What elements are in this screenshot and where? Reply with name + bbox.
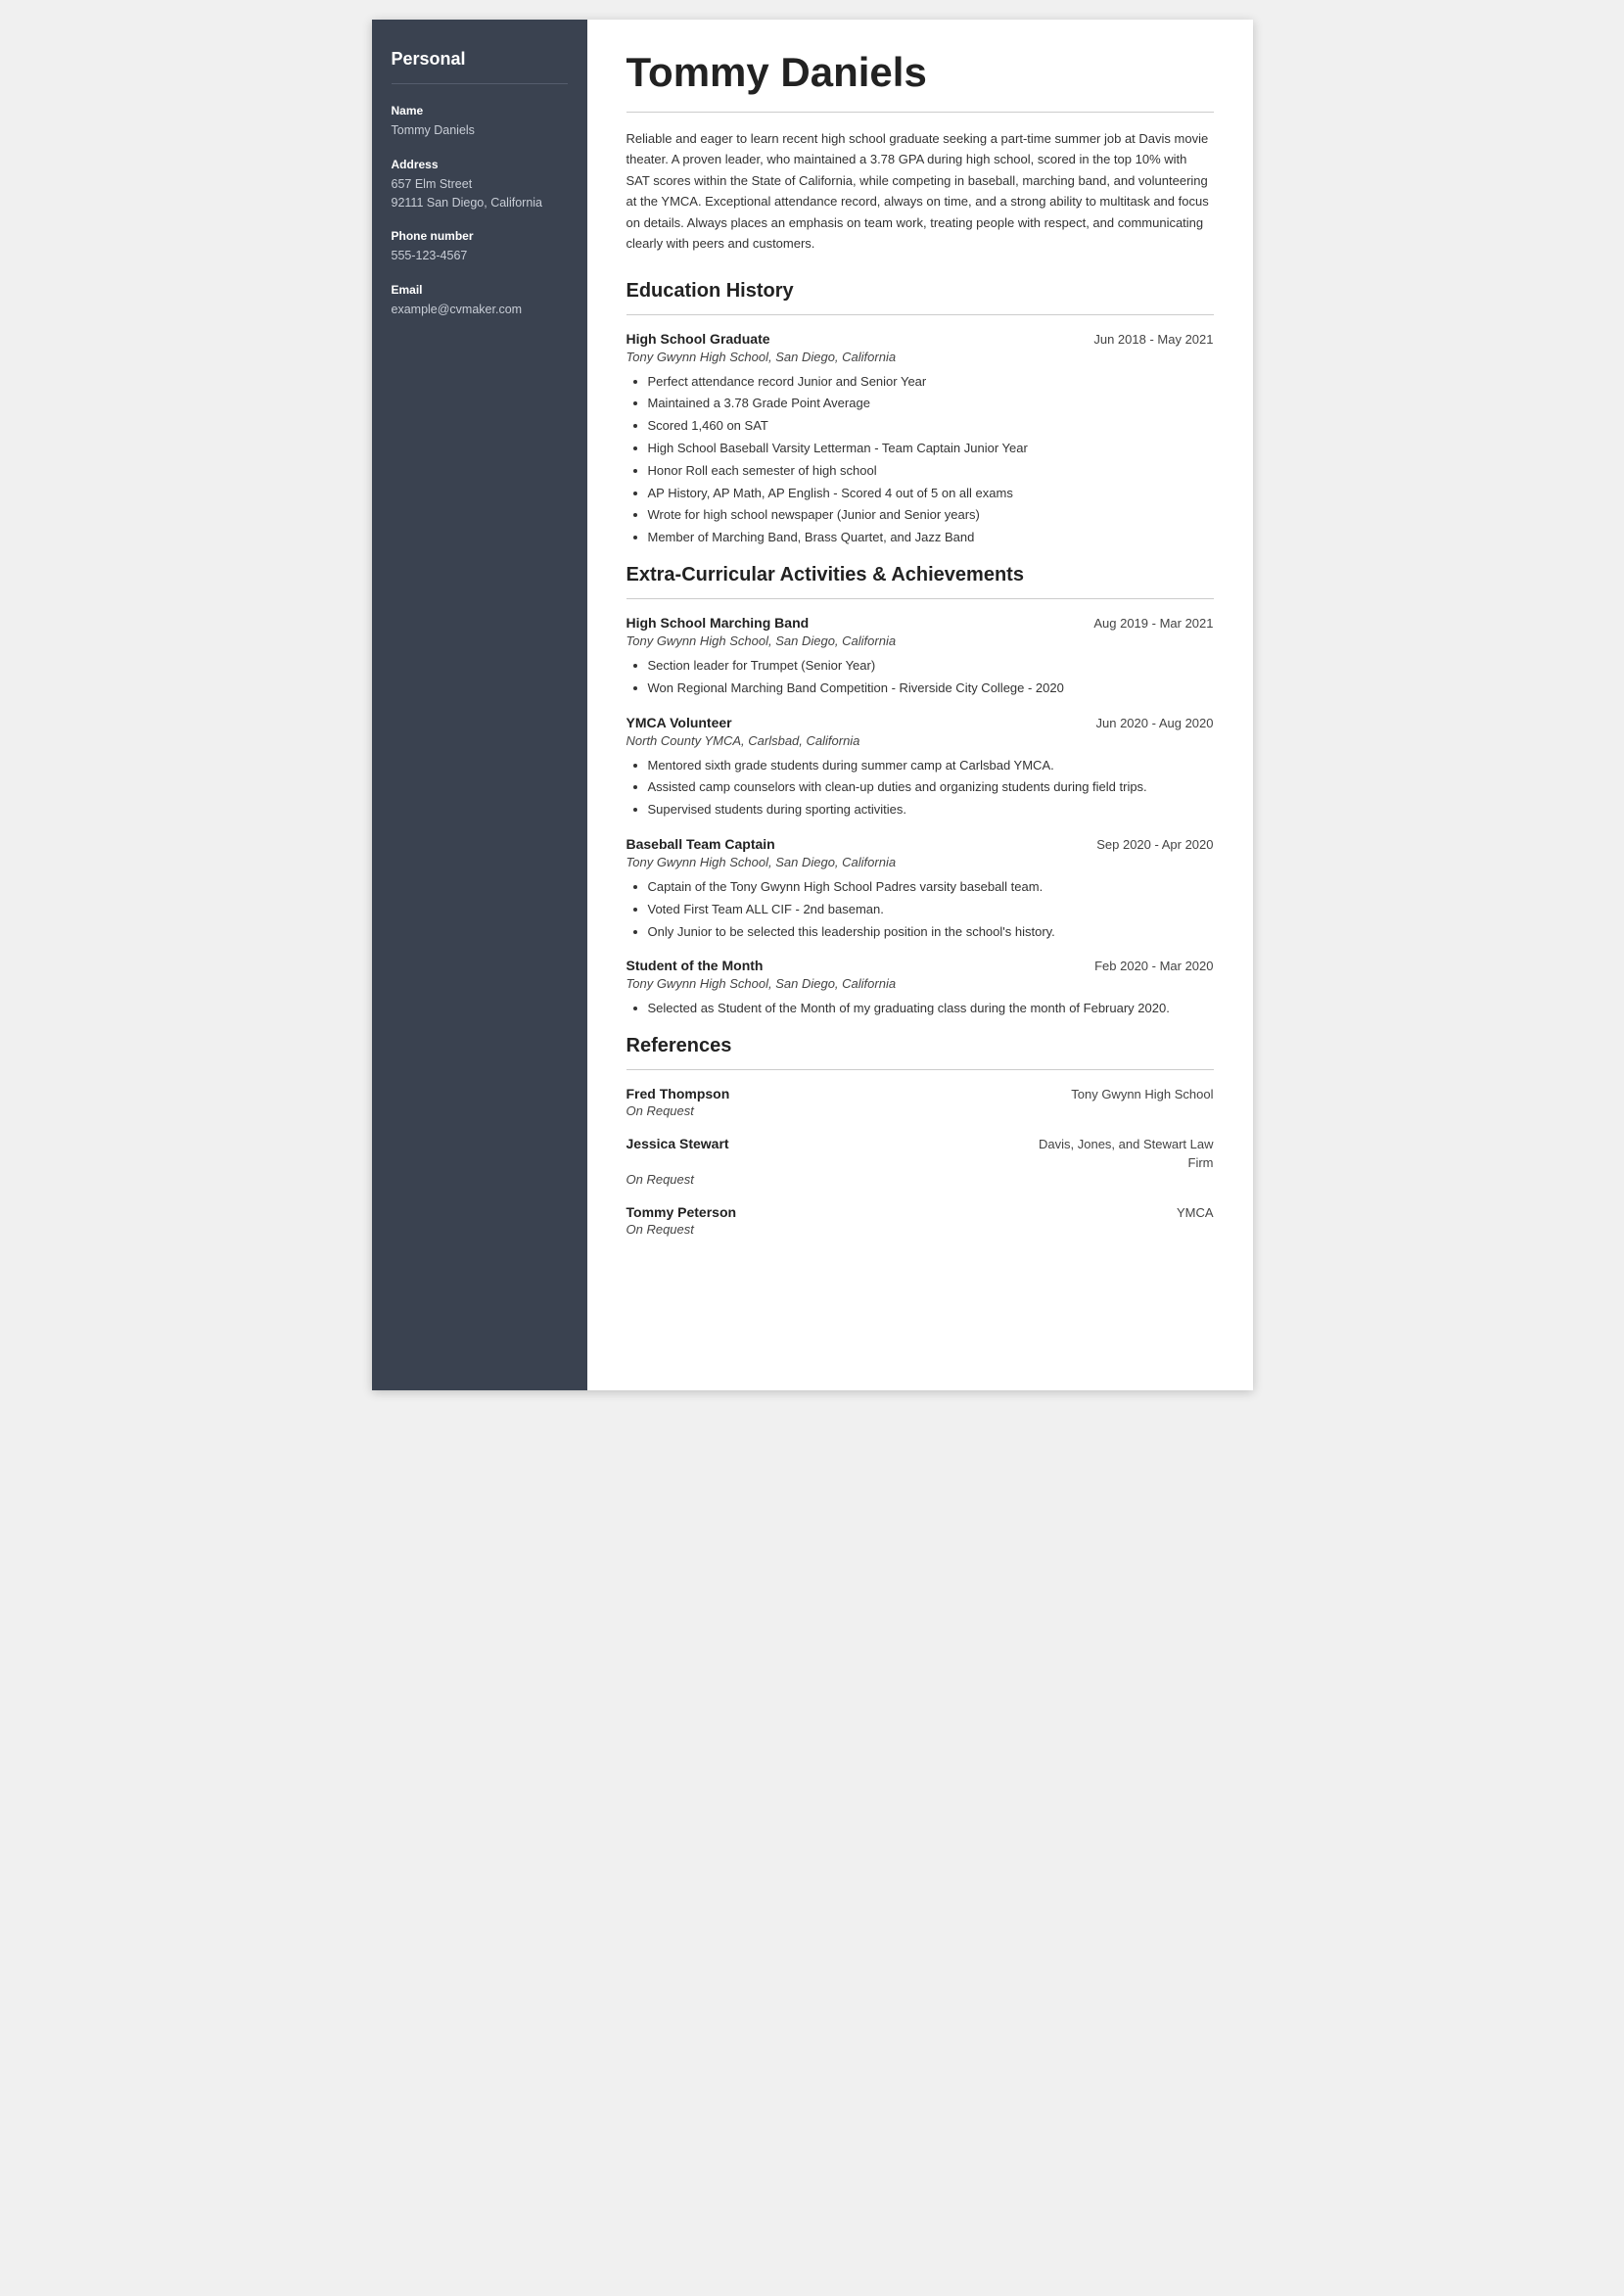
education-entry-subtitle: Tony Gwynn High School, San Diego, Calif… [626,350,1214,364]
extracurricular-entry-header-3: Student of the Month Feb 2020 - Mar 2020 [626,958,1214,973]
extracurricular-entry-date-1: Jun 2020 - Aug 2020 [1096,716,1214,730]
sidebar-section-name: Name Tommy Daniels [392,104,568,140]
extracurricular-entry-0: High School Marching Band Aug 2019 - Mar… [626,615,1214,699]
extracurricular-entry-date-3: Feb 2020 - Mar 2020 [1094,959,1213,973]
extracurricular-entry-list-0: Section leader for Trumpet (Senior Year)… [626,656,1214,699]
sidebar-section-phone: Phone number 555-123-4567 [392,229,568,265]
extracurricular-entry-date-0: Aug 2019 - Mar 2021 [1093,616,1213,631]
reference-name-2: Tommy Peterson [626,1204,737,1220]
extracurricular-entry-list-3: Selected as Student of the Month of my g… [626,999,1214,1019]
extracurricular-entry-title-0: High School Marching Band [626,615,810,631]
list-item: Perfect attendance record Junior and Sen… [648,372,1214,393]
education-section-title: Education History [626,280,1214,303]
references-divider [626,1069,1214,1070]
list-item: Won Regional Marching Band Competition -… [648,679,1214,699]
reference-entry-2: Tommy Peterson YMCA On Request [626,1204,1214,1237]
extracurricular-entry-3: Student of the Month Feb 2020 - Mar 2020… [626,958,1214,1019]
extracurricular-entry-1: YMCA Volunteer Jun 2020 - Aug 2020 North… [626,715,1214,820]
list-item: Wrote for high school newspaper (Junior … [648,505,1214,526]
reference-status-1: On Request [626,1172,1214,1187]
reference-status-2: On Request [626,1222,1214,1237]
list-item: Only Junior to be selected this leadersh… [648,922,1214,943]
reference-org-2: YMCA [1177,1204,1214,1222]
reference-entry-1: Jessica Stewart Davis, Jones, and Stewar… [626,1136,1214,1186]
extracurricular-entry-title-1: YMCA Volunteer [626,715,732,730]
list-item: Section leader for Trumpet (Senior Year) [648,656,1214,677]
list-item: Honor Roll each semester of high school [648,461,1214,482]
reference-status-0: On Request [626,1103,1214,1118]
education-entry-0: High School Graduate Jun 2018 - May 2021… [626,331,1214,548]
extracurricular-entry-subtitle-1: North County YMCA, Carlsbad, California [626,733,1214,748]
references-section: References Fred Thompson Tony Gwynn High… [626,1035,1214,1237]
extracurricular-section-title: Extra-Curricular Activities & Achievemen… [626,564,1214,586]
resume-name: Tommy Daniels [626,49,1214,96]
reference-header-2: Tommy Peterson YMCA [626,1204,1214,1222]
extracurricular-entry-title-2: Baseball Team Captain [626,836,775,852]
sidebar-title: Personal [392,49,568,70]
extracurricular-entry-subtitle-2: Tony Gwynn High School, San Diego, Calif… [626,855,1214,869]
list-item: Assisted camp counselors with clean-up d… [648,777,1214,798]
sidebar-section-address: Address 657 Elm Street 92111 San Diego, … [392,158,568,212]
education-divider [626,314,1214,315]
sidebar-divider [392,83,568,84]
reference-entry-0: Fred Thompson Tony Gwynn High School On … [626,1086,1214,1118]
sidebar-value-name: Tommy Daniels [392,121,568,140]
reference-org-0: Tony Gwynn High School [1071,1086,1213,1103]
extracurricular-section: Extra-Curricular Activities & Achievemen… [626,564,1214,1019]
list-item: Supervised students during sporting acti… [648,800,1214,820]
extracurricular-divider [626,598,1214,599]
sidebar: Personal Name Tommy Daniels Address 657 … [372,20,587,1390]
references-section-title: References [626,1035,1214,1057]
list-item: AP History, AP Math, AP English - Scored… [648,484,1214,504]
sidebar-section-email: Email example@cvmaker.com [392,283,568,319]
extracurricular-entry-header-1: YMCA Volunteer Jun 2020 - Aug 2020 [626,715,1214,730]
sidebar-value-address-line1: 657 Elm Street [392,175,568,194]
sidebar-value-phone: 555-123-4567 [392,247,568,265]
education-entry-date: Jun 2018 - May 2021 [1093,332,1213,347]
extracurricular-entry-date-2: Sep 2020 - Apr 2020 [1096,837,1213,852]
extracurricular-entry-list-2: Captain of the Tony Gwynn High School Pa… [626,877,1214,942]
extracurricular-entry-subtitle-0: Tony Gwynn High School, San Diego, Calif… [626,633,1214,648]
extracurricular-entry-2: Baseball Team Captain Sep 2020 - Apr 202… [626,836,1214,942]
name-divider [626,112,1214,113]
reference-header-0: Fred Thompson Tony Gwynn High School [626,1086,1214,1103]
extracurricular-entry-title-3: Student of the Month [626,958,764,973]
list-item: Voted First Team ALL CIF - 2nd baseman. [648,900,1214,920]
extracurricular-entry-header-2: Baseball Team Captain Sep 2020 - Apr 202… [626,836,1214,852]
sidebar-label-phone: Phone number [392,229,568,243]
list-item: Maintained a 3.78 Grade Point Average [648,394,1214,414]
sidebar-label-email: Email [392,283,568,297]
main-content: Tommy Daniels Reliable and eager to lear… [587,20,1253,1390]
education-entry-title: High School Graduate [626,331,770,347]
sidebar-label-name: Name [392,104,568,117]
education-section: Education History High School Graduate J… [626,280,1214,548]
reference-name-1: Jessica Stewart [626,1136,729,1151]
extracurricular-entry-header-0: High School Marching Band Aug 2019 - Mar… [626,615,1214,631]
reference-name-0: Fred Thompson [626,1086,730,1101]
list-item: Mentored sixth grade students during sum… [648,756,1214,776]
list-item: High School Baseball Varsity Letterman -… [648,439,1214,459]
list-item: Scored 1,460 on SAT [648,416,1214,437]
extracurricular-entry-list-1: Mentored sixth grade students during sum… [626,756,1214,820]
education-entry-list: Perfect attendance record Junior and Sen… [626,372,1214,548]
resume-container: Personal Name Tommy Daniels Address 657 … [372,20,1253,1390]
list-item: Captain of the Tony Gwynn High School Pa… [648,877,1214,898]
summary-text: Reliable and eager to learn recent high … [626,128,1214,255]
sidebar-value-address-line2: 92111 San Diego, California [392,194,568,212]
reference-header-1: Jessica Stewart Davis, Jones, and Stewar… [626,1136,1214,1171]
education-entry-header: High School Graduate Jun 2018 - May 2021 [626,331,1214,347]
reference-org-1: Davis, Jones, and Stewart Law Firm [1018,1136,1214,1171]
extracurricular-entry-subtitle-3: Tony Gwynn High School, San Diego, Calif… [626,976,1214,991]
list-item: Member of Marching Band, Brass Quartet, … [648,528,1214,548]
sidebar-label-address: Address [392,158,568,171]
list-item: Selected as Student of the Month of my g… [648,999,1214,1019]
sidebar-value-email: example@cvmaker.com [392,301,568,319]
